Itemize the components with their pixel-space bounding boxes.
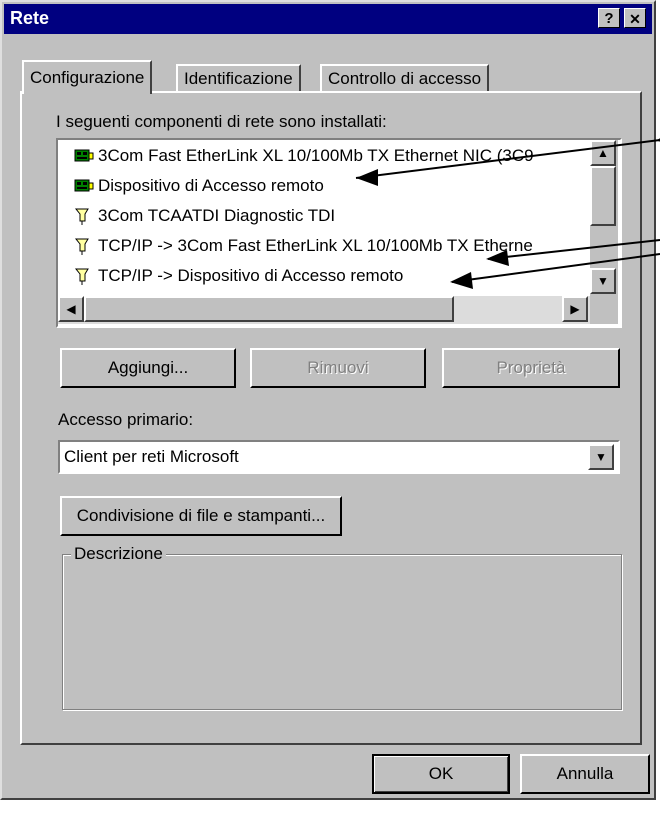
- annotation-arrows: [355, 127, 660, 289]
- tab-configurazione[interactable]: Configurazione: [22, 60, 153, 94]
- arrow-to-remote-access-device: [355, 127, 660, 179]
- arrow-to-tcpip-remote-access: [451, 253, 660, 283]
- arrowhead: [356, 169, 378, 186]
- arrowhead: [486, 250, 509, 266]
- arrow-to-tcpip-ethernet: [487, 239, 660, 260]
- tab-label: Configurazione: [30, 68, 145, 87]
- arrowhead: [450, 272, 473, 289]
